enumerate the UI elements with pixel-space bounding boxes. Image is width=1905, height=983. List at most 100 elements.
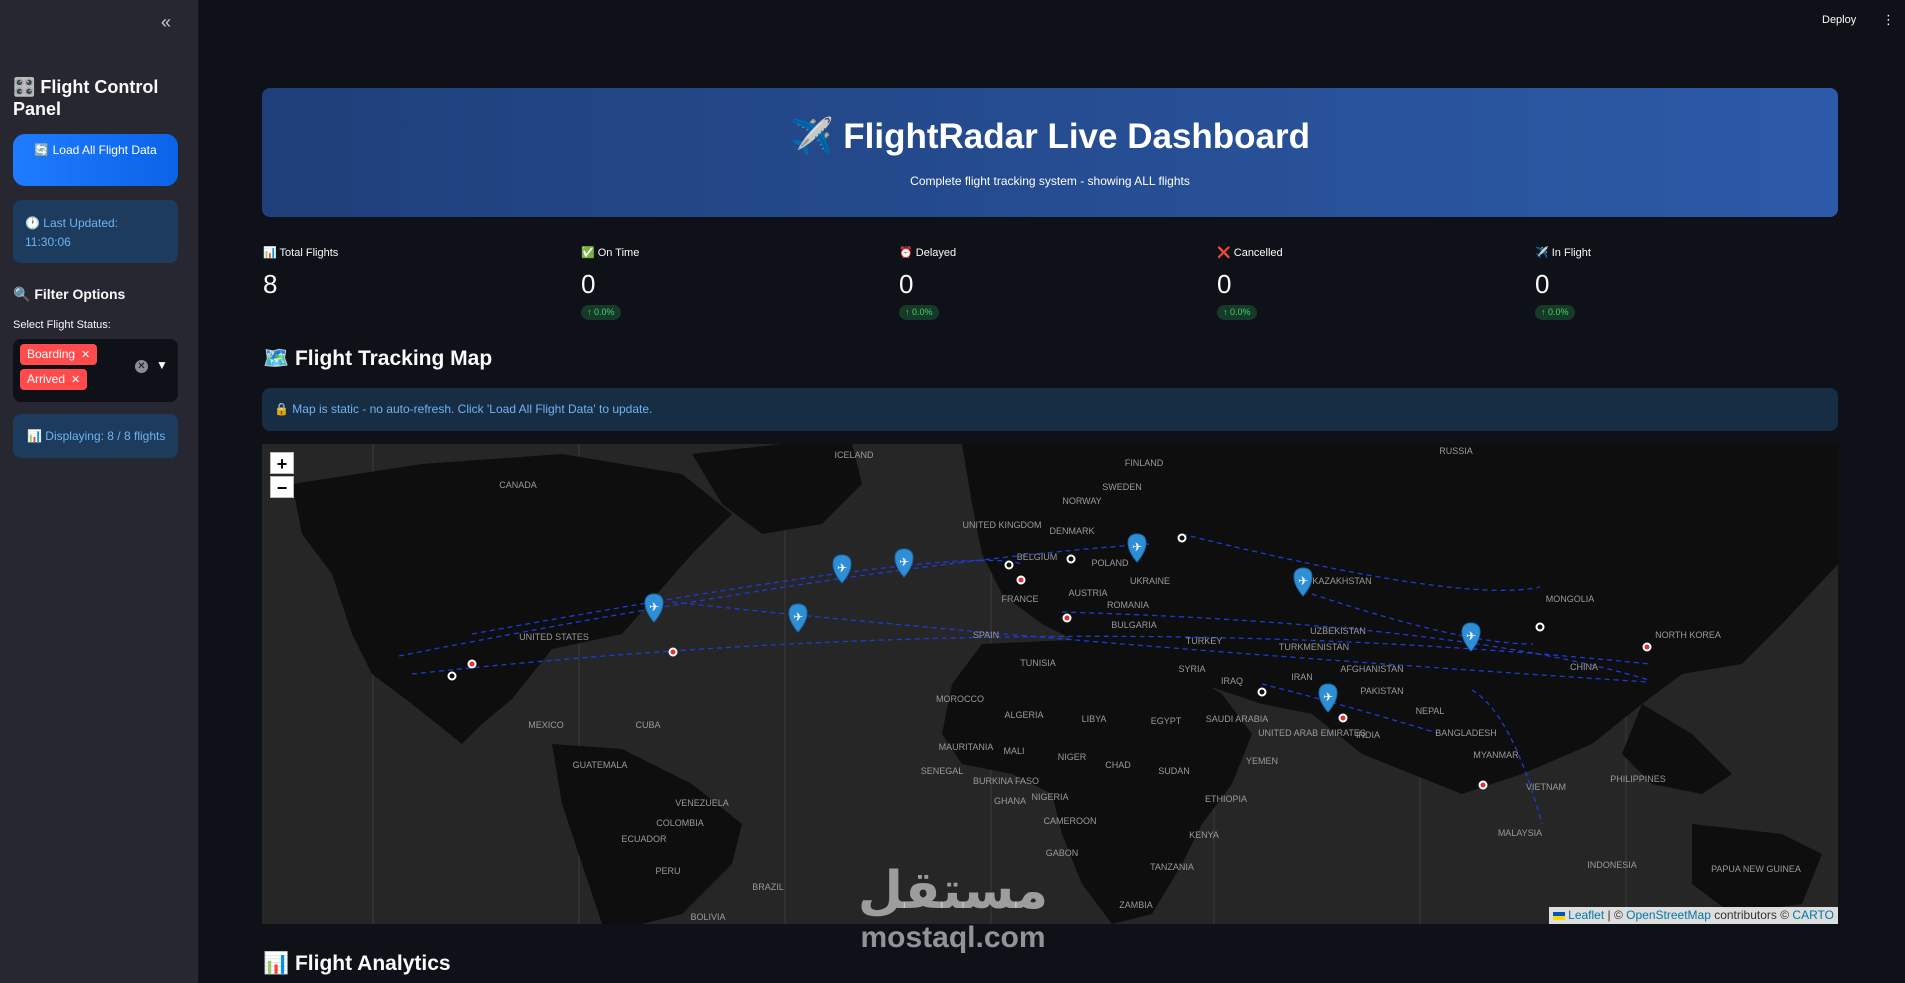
filter-options-heading: 🔍 Filter Options xyxy=(13,286,126,302)
airport-marker[interactable] xyxy=(1177,533,1187,543)
status-tag-boarding[interactable]: Boarding ✕ xyxy=(20,344,98,365)
plane-marker[interactable]: ✈ xyxy=(644,593,664,623)
metric-delta: ↑ 0.0% xyxy=(581,305,621,320)
svg-text:✈: ✈ xyxy=(793,610,803,624)
svg-text:✈: ✈ xyxy=(837,561,847,575)
map-label: SUDAN xyxy=(1158,766,1190,776)
metric-value: 0 xyxy=(1535,269,1550,299)
map-label: ROMANIA xyxy=(1107,600,1149,610)
metric-value: 0 xyxy=(1217,269,1232,299)
chevron-down-icon[interactable]: ▼ xyxy=(155,357,169,373)
metric-delta: ↑ 0.0% xyxy=(1217,305,1257,320)
map-label: NEPAL xyxy=(1416,706,1445,716)
mostaql-watermark: مستقل mostaql.com xyxy=(836,861,1070,964)
airport-marker[interactable] xyxy=(1004,560,1014,570)
map-label: TANZANIA xyxy=(1150,862,1194,872)
metric-on-time: ✅ On Time 0 ↑ 0.0% xyxy=(581,245,781,320)
map-section-title: 🗺️ Flight Tracking Map xyxy=(263,347,493,370)
map-label: MALI xyxy=(1003,746,1024,756)
deploy-button[interactable]: Deploy xyxy=(1822,14,1856,26)
map-label: CAMEROON xyxy=(1043,816,1096,826)
map-label: KAZAKHSTAN xyxy=(1312,576,1371,586)
carto-link[interactable]: CARTO xyxy=(1792,908,1834,922)
airport-marker[interactable] xyxy=(1016,575,1026,585)
metric-label: ⏰ Delayed xyxy=(899,247,957,259)
airport-marker[interactable] xyxy=(1062,613,1072,623)
svg-text:✈: ✈ xyxy=(1132,540,1142,554)
map-label: FINLAND xyxy=(1125,458,1164,468)
map-label: UNITED ARAB EMIRATES xyxy=(1258,728,1366,738)
map-label: POLAND xyxy=(1091,558,1129,568)
map-label: NORTH KOREA xyxy=(1655,630,1721,640)
map-label: SAUDI ARABIA xyxy=(1206,714,1269,724)
map-static-info: 🔒 Map is static - no auto-refresh. Click… xyxy=(262,388,1838,431)
sidebar: « 🎛️ Flight Control Panel 🔄 Load All Fli… xyxy=(0,0,198,983)
zoom-out-button[interactable]: − xyxy=(270,476,294,498)
plane-marker[interactable]: ✈ xyxy=(894,548,914,578)
map-label: SYRIA xyxy=(1178,664,1205,674)
dashboard-subtitle: Complete flight tracking system - showin… xyxy=(910,174,1190,188)
svg-text:✈: ✈ xyxy=(1323,690,1333,704)
map-label: LIBYA xyxy=(1082,714,1107,724)
map-label: BELGIUM xyxy=(1017,552,1058,562)
map-label: CANADA xyxy=(499,480,537,490)
map-label: BANGLADESH xyxy=(1435,728,1497,738)
metric-value: 8 xyxy=(263,269,278,299)
status-tag-arrived[interactable]: Arrived ✕ xyxy=(20,369,88,390)
map-label: ECUADOR xyxy=(621,834,667,844)
map-label: AFGHANISTAN xyxy=(1340,664,1403,674)
map-label: BRAZIL xyxy=(752,882,784,892)
map-label: TURKMENISTAN xyxy=(1279,642,1349,652)
airport-marker[interactable] xyxy=(1642,642,1652,652)
plane-marker[interactable]: ✈ xyxy=(788,603,808,633)
leaflet-link[interactable]: Leaflet xyxy=(1568,908,1604,922)
map-label: SENEGAL xyxy=(921,766,964,776)
airport-marker[interactable] xyxy=(467,659,477,669)
map-label: GUATEMALA xyxy=(573,760,628,770)
map-label: COLOMBIA xyxy=(656,818,704,828)
map-label: UZBEKISTAN xyxy=(1310,626,1366,636)
svg-text:✈: ✈ xyxy=(649,600,659,614)
map-label: GABON xyxy=(1046,848,1079,858)
flight-status-multiselect[interactable]: Boarding ✕ Arrived ✕ ✕ ▼ xyxy=(13,339,178,402)
map-label: VIETNAM xyxy=(1526,782,1566,792)
map-label: VENEZUELA xyxy=(675,798,729,808)
svg-text:✈: ✈ xyxy=(1466,629,1476,643)
remove-tag-icon[interactable]: ✕ xyxy=(81,349,90,361)
main-menu-icon[interactable]: ⋮ xyxy=(1882,13,1895,27)
map-label: SPAIN xyxy=(973,630,999,640)
watermark-latin-text: mostaql.com xyxy=(860,921,1046,954)
airport-marker[interactable] xyxy=(1257,687,1267,697)
metric-delta: ↑ 0.0% xyxy=(899,305,939,320)
collapse-sidebar-icon[interactable]: « xyxy=(156,12,176,32)
airport-marker[interactable] xyxy=(1338,713,1348,723)
airport-marker[interactable] xyxy=(447,671,457,681)
dashboard-banner: ✈️ FlightRadar Live Dashboard Complete f… xyxy=(262,88,1838,217)
map-label: GHANA xyxy=(994,796,1026,806)
map-label: MOROCCO xyxy=(936,694,984,704)
remove-tag-icon[interactable]: ✕ xyxy=(71,374,80,386)
load-all-flight-data-button[interactable]: 🔄 Load All Flight Data xyxy=(13,134,178,186)
airport-marker[interactable] xyxy=(1066,554,1076,564)
map-label: ETHIOPIA xyxy=(1205,794,1247,804)
app: « 🎛️ Flight Control Panel 🔄 Load All Fli… xyxy=(0,0,1905,983)
map-label: PAKISTAN xyxy=(1360,686,1403,696)
flight-map[interactable]: ✈ ✈ ✈ ✈ ✈ ✈ ✈ ✈ CANADA UNITED STATES MEX… xyxy=(262,444,1838,924)
zoom-in-button[interactable]: + xyxy=(270,452,294,474)
map-label: IRAQ xyxy=(1221,676,1243,686)
airport-marker[interactable] xyxy=(668,647,678,657)
map-label: TUNISIA xyxy=(1020,658,1056,668)
map-attribution: Leaflet | © OpenStreetMap contributors ©… xyxy=(1549,907,1838,924)
metric-label: ✅ On Time xyxy=(581,247,640,259)
map-label: RUSSIA xyxy=(1439,446,1473,456)
map-canvas: ✈ ✈ ✈ ✈ ✈ ✈ ✈ ✈ CANADA UNITED STATES MEX… xyxy=(292,444,1838,924)
map-label: MONGOLIA xyxy=(1546,594,1595,604)
clear-all-icon[interactable]: ✕ xyxy=(135,360,148,373)
airport-marker[interactable] xyxy=(1478,780,1488,790)
openstreetmap-link[interactable]: OpenStreetMap xyxy=(1626,908,1711,922)
analytics-section-title: 📊 Flight Analytics xyxy=(263,952,451,975)
map-label: IRAN xyxy=(1291,672,1313,682)
map-label: BURKINA FASO xyxy=(973,776,1039,786)
airport-marker[interactable] xyxy=(1535,622,1545,632)
map-label: DENMARK xyxy=(1049,526,1094,536)
